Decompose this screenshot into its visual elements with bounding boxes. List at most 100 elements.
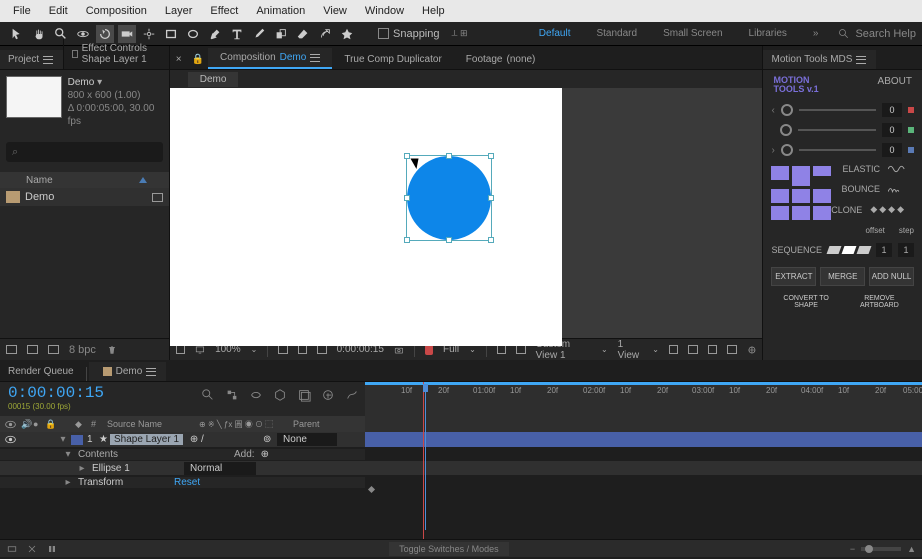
menu-window[interactable]: Window xyxy=(356,2,413,20)
tl-tab-menu-icon[interactable] xyxy=(146,368,156,376)
project-tab[interactable]: Project xyxy=(0,50,63,69)
twirl-icon[interactable]: ▸ xyxy=(64,477,72,488)
zoom-slider[interactable] xyxy=(861,547,901,551)
region-icon[interactable] xyxy=(425,345,433,355)
menu-help[interactable]: Help xyxy=(413,2,454,20)
mask-icon[interactable] xyxy=(317,345,326,354)
slider-value[interactable]: 0 xyxy=(882,103,902,117)
bpc-label[interactable]: 8 bpc xyxy=(69,344,96,356)
anchor-cell[interactable] xyxy=(792,189,810,203)
prop-contents-row[interactable]: ▾ Contents Add: ⊕ xyxy=(0,447,922,461)
canvas-area[interactable] xyxy=(170,88,763,338)
grid-icon[interactable] xyxy=(278,345,287,354)
workspace-default[interactable]: Default xyxy=(539,28,571,39)
viewer-tab-comp[interactable]: Composition Demo xyxy=(208,48,332,69)
new-comp-icon[interactable] xyxy=(48,345,59,354)
menu-animation[interactable]: Animation xyxy=(247,2,314,20)
merge-button[interactable]: MERGE xyxy=(820,267,865,286)
brush-tool-icon[interactable] xyxy=(250,25,268,43)
axis-dot-icon[interactable] xyxy=(908,127,914,133)
workspace-more-icon[interactable]: » xyxy=(813,28,819,39)
slider-track[interactable] xyxy=(799,149,876,151)
remove-artboard-button[interactable]: REMOVE ARTBOARD xyxy=(845,292,914,312)
visibility-col-icon[interactable] xyxy=(4,418,17,431)
shy-icon[interactable] xyxy=(249,388,263,402)
viewer-tab-dup[interactable]: True Comp Duplicator xyxy=(332,50,453,69)
panel-menu-icon[interactable] xyxy=(43,56,53,64)
playhead[interactable] xyxy=(420,382,431,404)
slider-value[interactable]: 0 xyxy=(882,123,902,137)
project-columns-header[interactable]: Name xyxy=(0,172,169,188)
parent-dropdown[interactable]: None xyxy=(277,433,337,446)
viewer-lock-icon[interactable]: 🔒 xyxy=(188,50,208,69)
new-folder-icon[interactable] xyxy=(27,345,38,354)
effect-controls-tab[interactable]: Effect Controls Shape Layer 1 xyxy=(63,39,169,69)
solo-col-icon[interactable]: ● xyxy=(33,419,41,429)
project-search[interactable]: ⌕ xyxy=(6,142,163,162)
workspace-standard[interactable]: Standard xyxy=(596,28,637,39)
composition-canvas[interactable] xyxy=(170,88,562,346)
flowchart-icon[interactable] xyxy=(727,345,736,354)
parent-pick-icon[interactable]: ⊚ xyxy=(263,434,277,445)
ease-dial-icon[interactable] xyxy=(781,104,793,116)
pixel-aspect-icon[interactable] xyxy=(669,345,678,354)
layer-switch[interactable]: ⊕ xyxy=(187,434,201,445)
comp-dropdown-icon[interactable]: ▾ xyxy=(97,77,102,88)
toggle-switches-button[interactable]: Toggle Switches / Modes xyxy=(389,542,509,556)
add-null-button[interactable]: ADD NULL xyxy=(869,267,914,286)
audio-col-icon[interactable]: 🔊 xyxy=(21,419,29,430)
composition-thumbnail[interactable] xyxy=(6,76,62,118)
label-col-icon[interactable]: ◆ xyxy=(75,419,87,430)
time-ruler[interactable]: 10f 20f 01:00f 10f 20f 02:00f 10f 20f 03… xyxy=(365,382,922,404)
tl-foot-icon[interactable] xyxy=(46,543,58,555)
ease-dial-icon[interactable] xyxy=(780,124,792,136)
axis-dot-icon[interactable] xyxy=(908,147,914,153)
snapping-toggle[interactable]: Snapping ⟂ ⊞ xyxy=(378,28,468,40)
viewer-tab-menu-icon[interactable] xyxy=(310,54,320,62)
render-queue-tab[interactable]: Render Queue xyxy=(0,362,84,381)
reset-button[interactable]: Reset xyxy=(174,477,200,488)
timecode-display[interactable]: 0:00:00:15 xyxy=(8,384,104,402)
clone-dots-icon[interactable]: ◆◆◆◆ xyxy=(870,204,906,215)
snap-opts-icon[interactable]: ⟂ ⊞ xyxy=(452,28,468,39)
prop-ellipse-row[interactable]: ▸ Ellipse 1 Normal xyxy=(0,461,922,475)
view-count[interactable]: 1 View xyxy=(618,339,643,361)
project-item-row[interactable]: Demo xyxy=(0,188,169,206)
eraser-tool-icon[interactable] xyxy=(294,25,312,43)
clone-tool-icon[interactable] xyxy=(272,25,290,43)
exposure-icon[interactable] xyxy=(747,344,757,356)
menu-file[interactable]: File xyxy=(4,2,40,20)
roto-tool-icon[interactable] xyxy=(316,25,334,43)
trash-icon[interactable] xyxy=(106,344,118,356)
menu-view[interactable]: View xyxy=(314,2,356,20)
slider-value[interactable]: 0 xyxy=(882,143,902,157)
zoom-in-icon[interactable]: ▲ xyxy=(907,544,916,554)
interpret-footage-icon[interactable] xyxy=(6,345,17,354)
comp-mini-flow-icon[interactable] xyxy=(225,388,239,402)
slider-track[interactable] xyxy=(798,129,876,131)
ease-dial-icon[interactable] xyxy=(781,144,793,156)
sequence-step-input[interactable]: 1 xyxy=(898,243,914,257)
graph-editor-icon[interactable] xyxy=(345,388,359,402)
anchor-cell[interactable] xyxy=(792,206,810,220)
label-icon[interactable] xyxy=(152,193,163,202)
search-tl-icon[interactable] xyxy=(201,388,215,402)
menu-composition[interactable]: Composition xyxy=(77,2,156,20)
always-preview-icon[interactable] xyxy=(176,345,185,354)
draft3d-icon[interactable] xyxy=(273,388,287,402)
layer-switch[interactable]: / xyxy=(201,434,213,445)
elastic-wave-icon[interactable] xyxy=(888,165,906,173)
tl-foot-icon[interactable] xyxy=(26,543,38,555)
lock-col-icon[interactable]: 🔒 xyxy=(45,419,53,430)
workspace-small[interactable]: Small Screen xyxy=(663,28,722,39)
sequence-mode-icon[interactable] xyxy=(828,246,870,254)
ellipse-shape[interactable] xyxy=(407,156,491,240)
ellipse-tool-icon[interactable] xyxy=(184,25,202,43)
twirl-icon[interactable]: ▾ xyxy=(64,449,72,460)
timeline-icon[interactable] xyxy=(708,345,717,354)
bounce-wave-icon[interactable] xyxy=(888,185,906,193)
slider-track[interactable] xyxy=(799,109,876,111)
layer-visibility-icon[interactable] xyxy=(4,433,17,446)
selection-tool-icon[interactable] xyxy=(8,25,26,43)
layer-twirl-icon[interactable]: ▾ xyxy=(59,434,67,445)
